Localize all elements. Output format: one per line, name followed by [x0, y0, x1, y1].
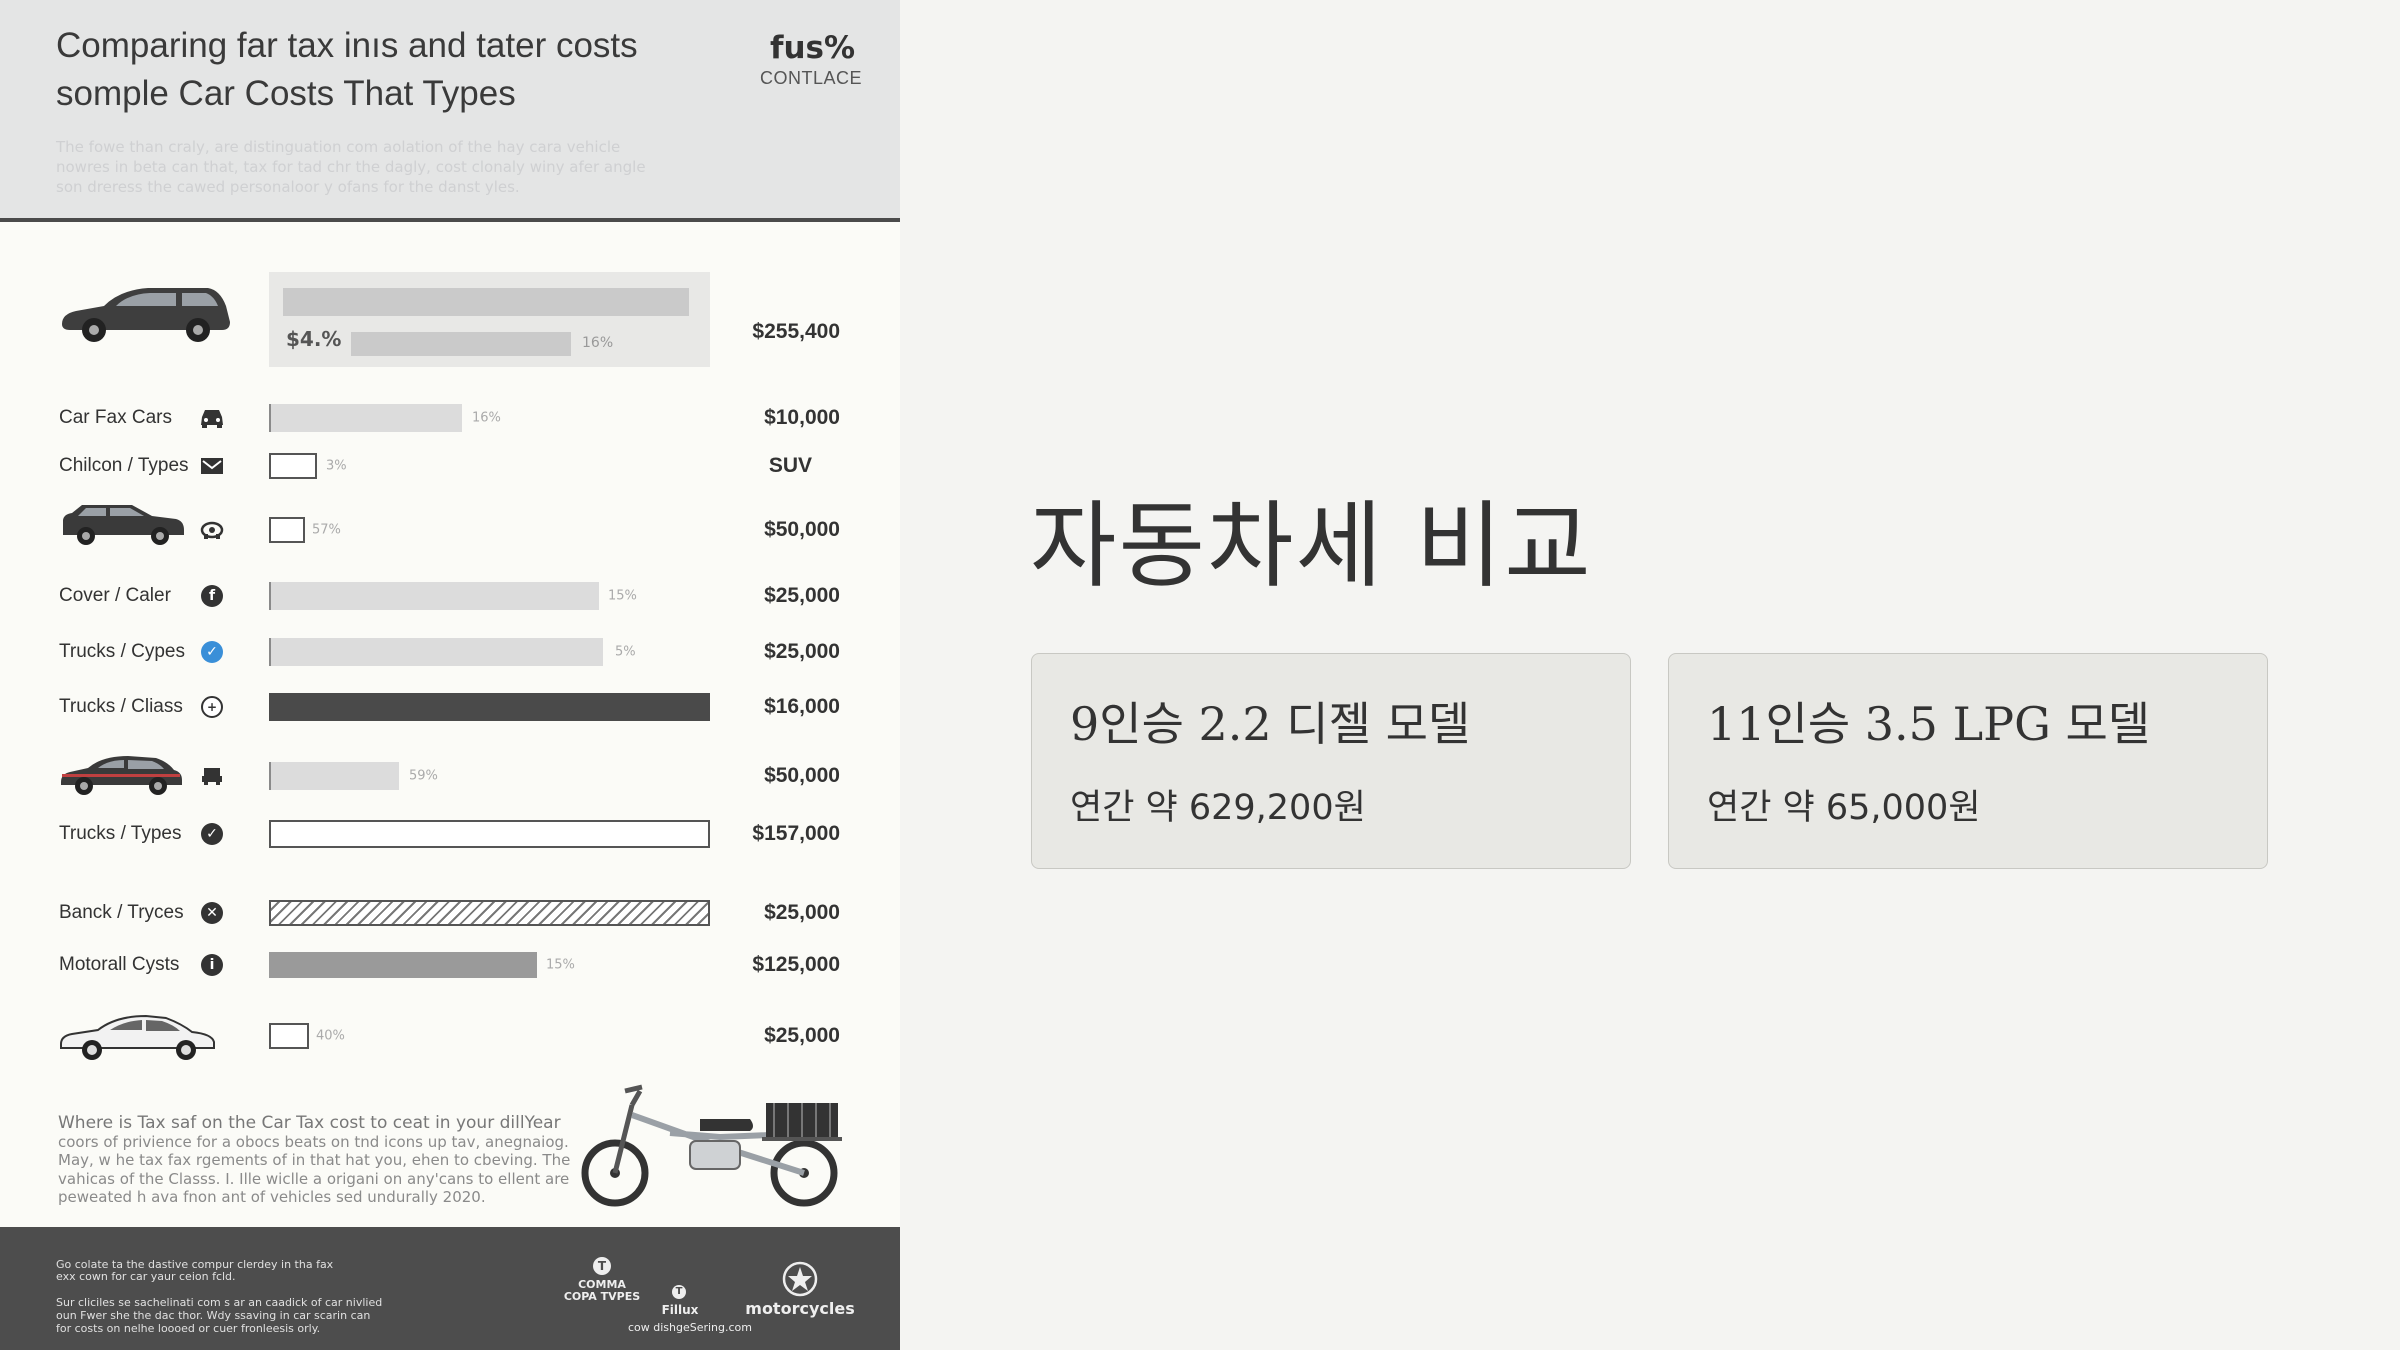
card-model-name: 11인승 3.5 LPG 모델 [1707, 697, 2151, 751]
infographic-image: Comparing far tax inıs and tater costs s… [0, 0, 900, 1350]
footer-text-line: Sur cliciles se sachelinati com s ar an … [56, 1296, 383, 1309]
row-value: $25,000 [764, 584, 840, 607]
row-label: Trucks / Cliass [59, 696, 183, 717]
row-percent: 59% [409, 768, 438, 784]
info-circle-icon: i [201, 954, 223, 976]
info-circle-icon: f [201, 585, 223, 607]
description-line: May, w he tax fax rgements of in that ha… [58, 1151, 571, 1169]
footer-text-line: oun Fwer she the dac thor. Wdy ssaving i… [56, 1309, 371, 1322]
description-line: coors of privience for a obocs beats on … [58, 1132, 569, 1151]
brand-badge-icon: T [672, 1285, 686, 1299]
summary-percent: 16% [582, 335, 614, 351]
row-bar [269, 404, 462, 432]
row-value: $125,000 [752, 953, 840, 976]
summary-bar-primary [283, 288, 689, 316]
row-value: $25,000 [764, 1024, 840, 1047]
xbox-icon: ✕ [201, 902, 223, 924]
card-model-name: 9인승 2.2 디젤 모델 [1070, 697, 1471, 751]
row-label: Motorall Cysts [59, 954, 180, 975]
row-bar [269, 582, 599, 610]
coupe-car-icon [60, 1014, 215, 1060]
wagon-car-icon [62, 288, 230, 342]
row-percent: 15% [608, 588, 637, 604]
row-percent: 16% [472, 410, 501, 426]
bird-icon: ✓ [201, 641, 223, 663]
row-bar [269, 820, 710, 848]
plus-circle-icon: + [201, 696, 223, 718]
footer-url: cow dishgeSering.com [627, 1321, 753, 1334]
card-annual-tax: 연간 약 629,200원 [1070, 788, 1366, 828]
row-bar [269, 762, 399, 790]
infographic-footer: Go colate ta the dastive compur clerdey … [0, 1227, 900, 1350]
row-value: $50,000 [764, 518, 840, 541]
envelope-icon [201, 458, 223, 474]
row-label: Chilcon / Types [59, 455, 189, 476]
card-annual-tax: 연간 약 65,000원 [1707, 788, 1981, 828]
footer-brand: COMMA COPA TVPES [563, 1278, 641, 1303]
star-badge-icon [782, 1261, 818, 1297]
check-circle-icon: ✓ [201, 823, 223, 845]
steering-wheel-icon [200, 521, 224, 539]
row-label: Trucks / Cypes [59, 641, 185, 662]
row-label: Car Fax Cars [59, 407, 172, 428]
infographic-description: Where is Tax saf on the Car Tax cost to … [58, 1114, 570, 1207]
row-value: $10,000 [764, 406, 840, 429]
car-front-icon [201, 410, 223, 428]
row-percent: 3% [326, 458, 347, 474]
row-percent: 57% [312, 522, 341, 538]
row-value: $50,000 [764, 764, 840, 787]
infographic-title-line-1: Comparing far tax inıs and tater costs [56, 26, 638, 65]
row-value: $25,000 [764, 640, 840, 663]
description-line: Where is Tax saf on the Car Tax cost to … [58, 1113, 561, 1133]
comparison-card-lpg[interactable]: 11인승 3.5 LPG 모델 연간 약 65,000원 [1668, 653, 2268, 869]
suv-car-icon [63, 505, 184, 545]
row-value: $157,000 [752, 822, 840, 845]
row-percent: 15% [546, 957, 575, 973]
row-label: Cover / Caler [59, 585, 171, 606]
row-bar [269, 952, 537, 978]
infographic-subtitle-line-2: nowres in beta can that, tax for tad chr… [56, 158, 646, 176]
row-bar [269, 900, 710, 926]
infographic-subtitle-line-1: The fowe than craly, are distinguation c… [56, 138, 621, 156]
description-line: vahicas of the Classs. I. Ille wiclle a … [58, 1169, 570, 1188]
sedan-car-icon [61, 756, 182, 795]
summary-bar-secondary [351, 332, 571, 356]
row-bar [269, 693, 710, 721]
row-value: $25,000 [764, 901, 840, 924]
summary-box: $4.% 16% [269, 272, 710, 367]
row-value: SUV [768, 454, 812, 477]
row-percent: 40% [316, 1028, 345, 1044]
footer-text-line: exx cown for car yaur ceion fcld. [56, 1270, 236, 1283]
logo-sub: CONTLACE [760, 68, 863, 88]
row-bar [269, 517, 305, 543]
row-bar [269, 638, 603, 666]
logo-main: fus% [770, 30, 856, 66]
description-line: peweated h ava fnon ant of vehicles sed … [58, 1188, 486, 1206]
seat-icon [202, 768, 222, 785]
summary-label: $4.% [286, 327, 342, 351]
motorcycle-icon [581, 1084, 842, 1207]
brand-badge-icon: T [593, 1257, 611, 1275]
row-value: $16,000 [764, 695, 840, 718]
infographic-header: Comparing far tax inıs and tater costs s… [0, 0, 900, 222]
infographic-title-line-2: somple Car Costs That Types [56, 74, 516, 113]
row-percent: 5% [615, 644, 636, 660]
footer-brand: motorcycles [745, 1299, 855, 1318]
footer-text-line: for costs on nelhe loooed or cuer fronle… [56, 1322, 321, 1335]
row-label: Banck / Tryces [59, 902, 184, 923]
row-bar [269, 453, 317, 479]
summary-value: $255,400 [752, 320, 840, 343]
footer-brand: Fillux [661, 1303, 699, 1317]
row-bar [269, 1023, 309, 1049]
comparison-card-diesel[interactable]: 9인승 2.2 디젤 모델 연간 약 629,200원 [1031, 653, 1631, 869]
infographic-subtitle-line-3: son dreress the cawed personaloor y ofan… [56, 178, 520, 196]
slide-title: 자동차세 비교 [1030, 492, 1593, 601]
row-label: Trucks / Types [59, 823, 182, 844]
